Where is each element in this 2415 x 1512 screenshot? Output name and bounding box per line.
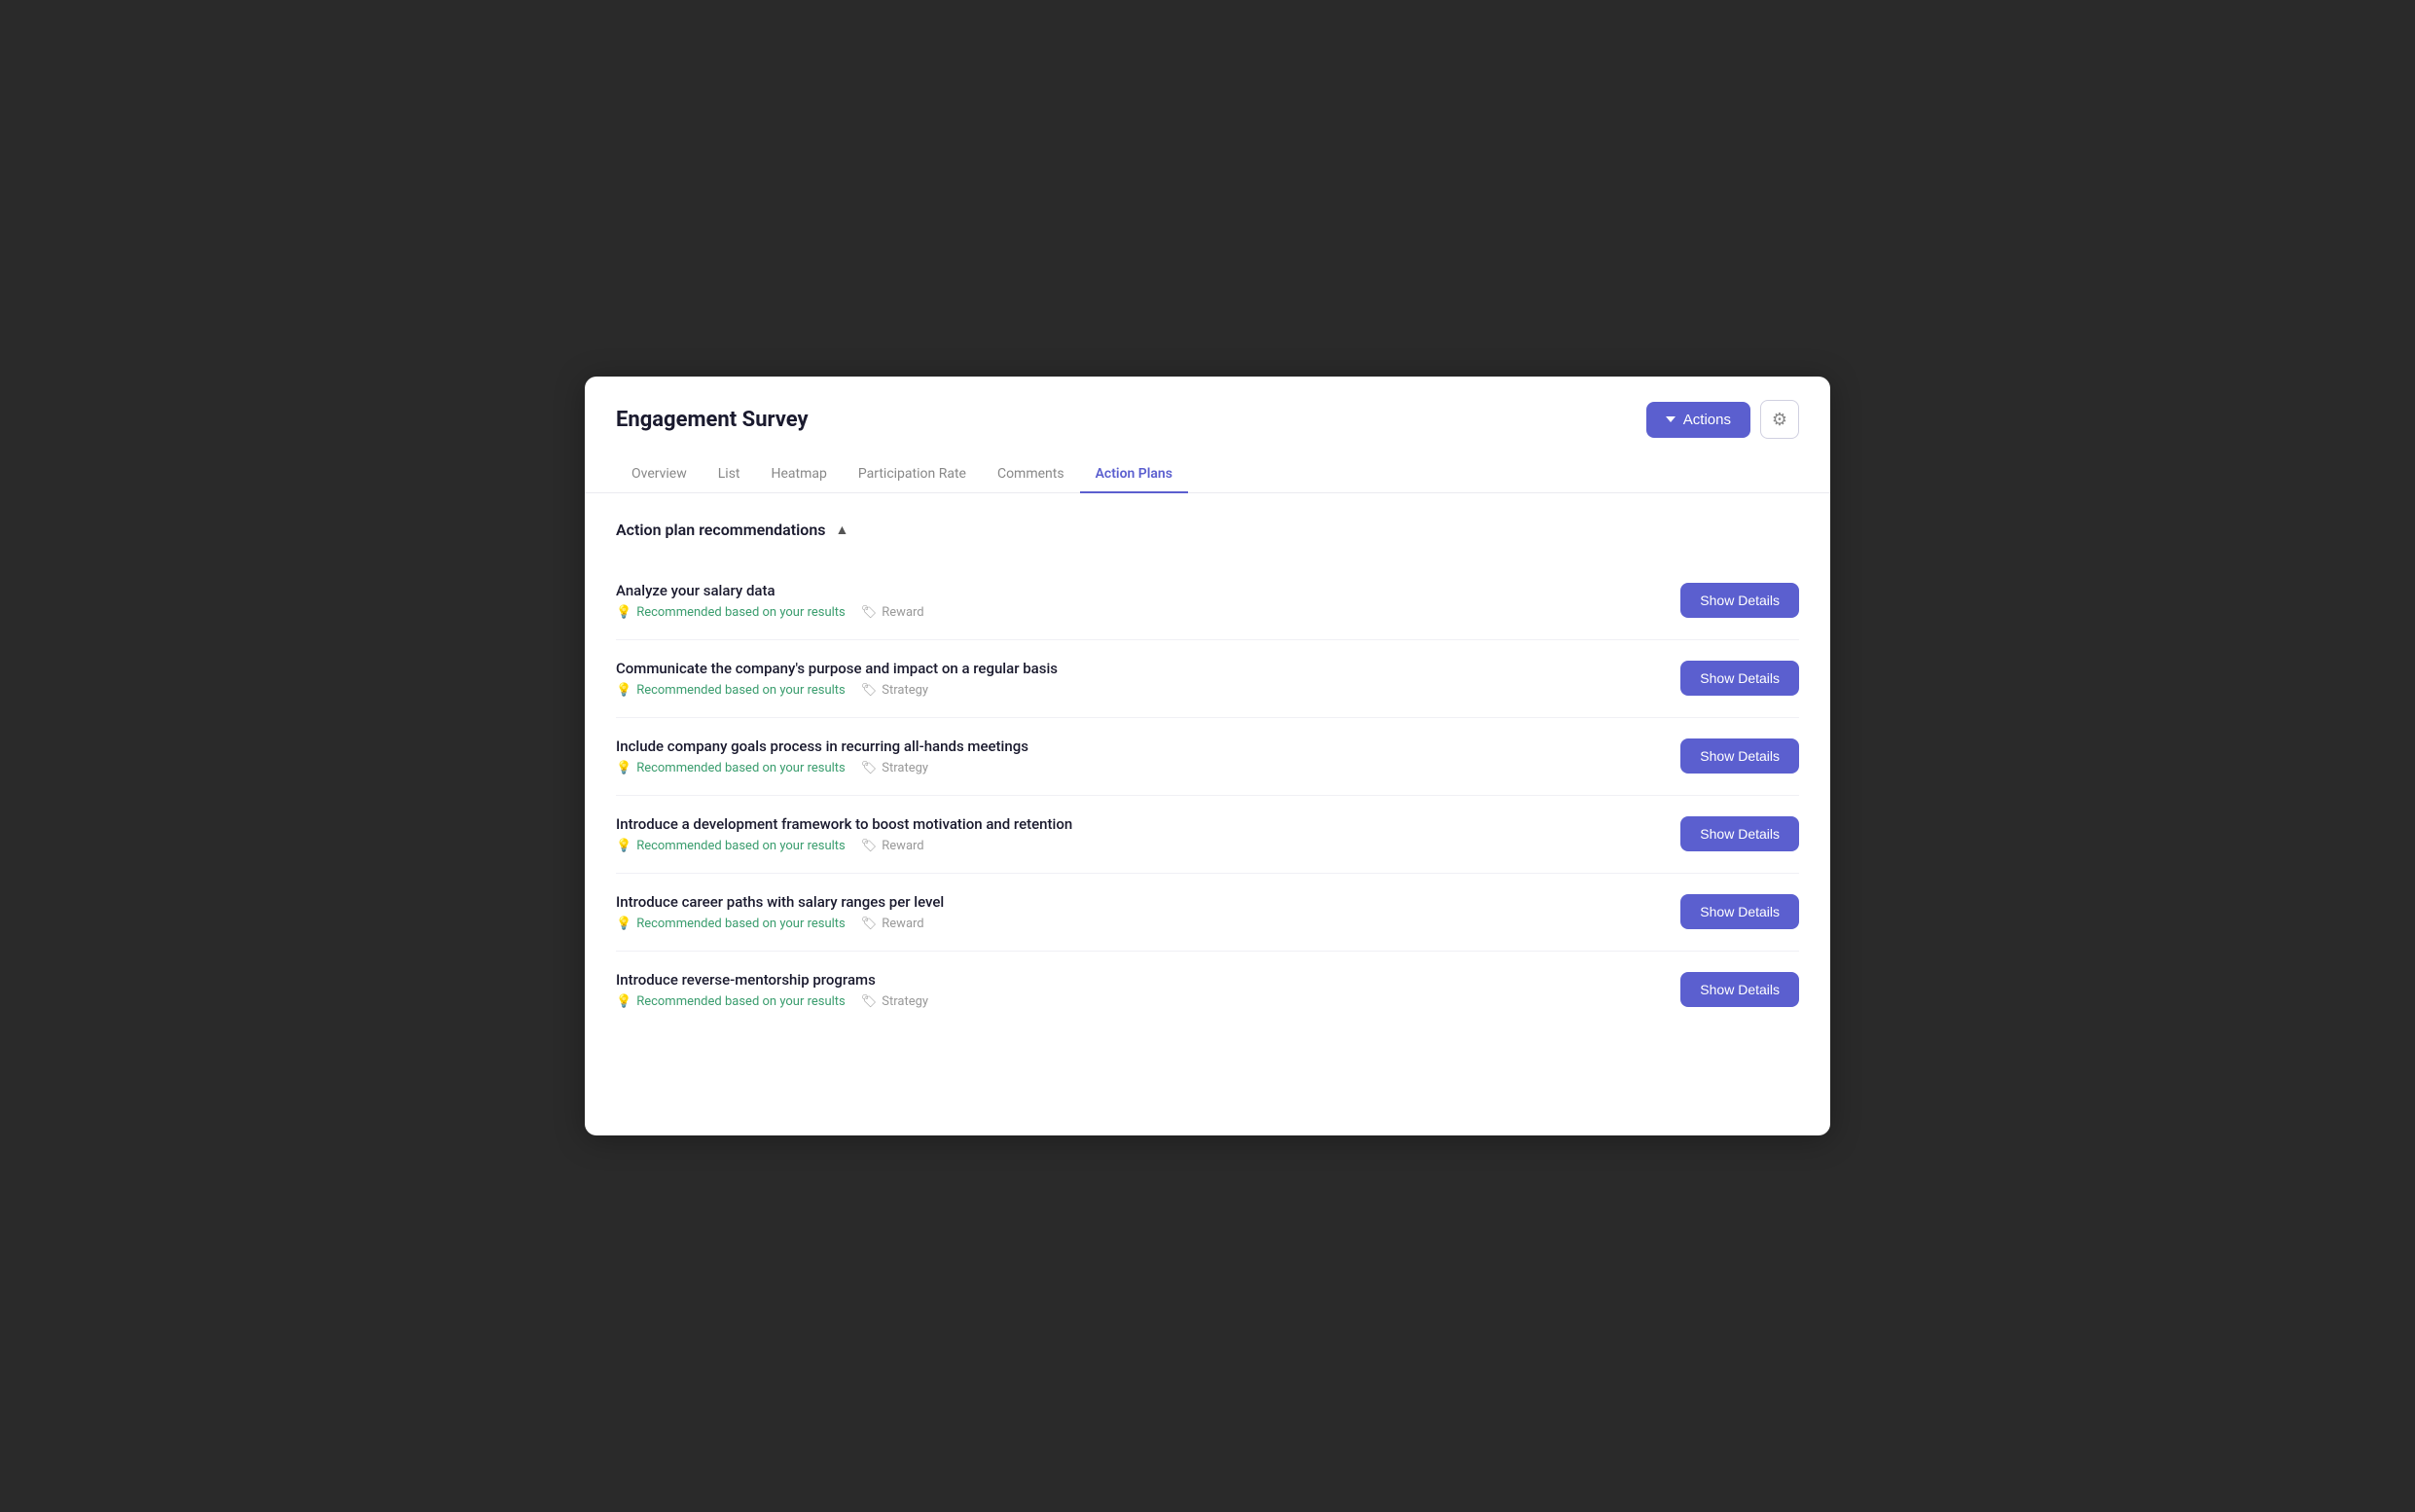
plan-category: 🏷 Strategy	[861, 994, 928, 1009]
plan-info: Communicate the company's purpose and im…	[616, 660, 1680, 698]
bulb-icon: 💡	[616, 605, 631, 620]
chevron-down-icon	[1666, 416, 1676, 422]
plan-info: Analyze your salary data 💡 Recommended b…	[616, 582, 1680, 620]
plan-info: Introduce a development framework to boo…	[616, 815, 1680, 853]
plan-category: 🏷 Strategy	[861, 683, 928, 698]
collapse-icon[interactable]: ▲	[836, 522, 849, 538]
plan-recommended: 💡 Recommended based on your results	[616, 605, 846, 620]
plan-name: Analyze your salary data	[616, 582, 1680, 599]
plan-item: Communicate the company's purpose and im…	[616, 640, 1799, 718]
plan-name: Introduce reverse-mentorship programs	[616, 971, 1680, 989]
show-details-button[interactable]: Show Details	[1680, 816, 1799, 851]
tab-list[interactable]: List	[703, 456, 756, 493]
tag-icon: 🏷	[861, 994, 878, 1009]
plan-meta: 💡 Recommended based on your results 🏷 Re…	[616, 839, 1680, 853]
bulb-icon: 💡	[616, 839, 631, 853]
plan-item: Introduce reverse-mentorship programs 💡 …	[616, 952, 1799, 1028]
plan-category: 🏷 Reward	[861, 917, 924, 931]
plan-recommended: 💡 Recommended based on your results	[616, 917, 846, 931]
plan-meta: 💡 Recommended based on your results 🏷 Re…	[616, 605, 1680, 620]
plan-name: Introduce career paths with salary range…	[616, 893, 1680, 911]
plan-item: Analyze your salary data 💡 Recommended b…	[616, 562, 1799, 640]
plan-name: Communicate the company's purpose and im…	[616, 660, 1680, 677]
plan-category: 🏷 Strategy	[861, 761, 928, 775]
tab-participation-rate[interactable]: Participation Rate	[843, 456, 982, 493]
plan-meta: 💡 Recommended based on your results 🏷 Re…	[616, 917, 1680, 931]
plan-item: Introduce a development framework to boo…	[616, 796, 1799, 874]
bulb-icon: 💡	[616, 683, 631, 698]
tag-icon: 🏷	[861, 917, 878, 931]
tab-comments[interactable]: Comments	[982, 456, 1080, 493]
header-actions-group: Actions ⚙	[1646, 400, 1799, 439]
section-header: Action plan recommendations ▲	[616, 521, 1799, 539]
plan-info: Introduce reverse-mentorship programs 💡 …	[616, 971, 1680, 1009]
section-title: Action plan recommendations	[616, 521, 826, 539]
plan-recommended: 💡 Recommended based on your results	[616, 761, 846, 775]
show-details-button[interactable]: Show Details	[1680, 661, 1799, 696]
plan-list: Analyze your salary data 💡 Recommended b…	[616, 562, 1799, 1028]
plan-item: Include company goals process in recurri…	[616, 718, 1799, 796]
settings-button[interactable]: ⚙	[1760, 400, 1799, 439]
page-header: Engagement Survey Actions ⚙	[585, 377, 1830, 439]
plan-meta: 💡 Recommended based on your results 🏷 St…	[616, 761, 1680, 775]
bulb-icon: 💡	[616, 761, 631, 775]
plan-category: 🏷 Reward	[861, 839, 924, 853]
tag-icon: 🏷	[861, 761, 878, 775]
main-content: Action plan recommendations ▲ Analyze yo…	[585, 493, 1830, 1056]
plan-recommended: 💡 Recommended based on your results	[616, 839, 846, 853]
bulb-icon: 💡	[616, 917, 631, 931]
plan-info: Introduce career paths with salary range…	[616, 893, 1680, 931]
actions-button[interactable]: Actions	[1646, 402, 1750, 438]
page-title: Engagement Survey	[616, 408, 809, 432]
tab-overview[interactable]: Overview	[616, 456, 703, 493]
plan-name: Include company goals process in recurri…	[616, 738, 1680, 755]
plan-item: Introduce career paths with salary range…	[616, 874, 1799, 952]
navigation-tabs: Overview List Heatmap Participation Rate…	[585, 456, 1830, 493]
plan-recommended: 💡 Recommended based on your results	[616, 994, 846, 1009]
bulb-icon: 💡	[616, 994, 631, 1009]
tag-icon: 🏷	[861, 839, 878, 853]
plan-recommended: 💡 Recommended based on your results	[616, 683, 846, 698]
gear-icon: ⚙	[1772, 410, 1787, 430]
tab-action-plans[interactable]: Action Plans	[1080, 456, 1188, 493]
show-details-button[interactable]: Show Details	[1680, 738, 1799, 774]
plan-meta: 💡 Recommended based on your results 🏷 St…	[616, 994, 1680, 1009]
tag-icon: 🏷	[861, 683, 878, 698]
plan-meta: 💡 Recommended based on your results 🏷 St…	[616, 683, 1680, 698]
plan-category: 🏷 Reward	[861, 605, 924, 620]
tag-icon: 🏷	[861, 605, 878, 620]
show-details-button[interactable]: Show Details	[1680, 583, 1799, 618]
main-card: Engagement Survey Actions ⚙ Overview Lis…	[585, 377, 1830, 1135]
show-details-button[interactable]: Show Details	[1680, 894, 1799, 929]
plan-name: Introduce a development framework to boo…	[616, 815, 1680, 833]
plan-info: Include company goals process in recurri…	[616, 738, 1680, 775]
show-details-button[interactable]: Show Details	[1680, 972, 1799, 1007]
actions-button-label: Actions	[1683, 412, 1731, 428]
tab-heatmap[interactable]: Heatmap	[756, 456, 843, 493]
